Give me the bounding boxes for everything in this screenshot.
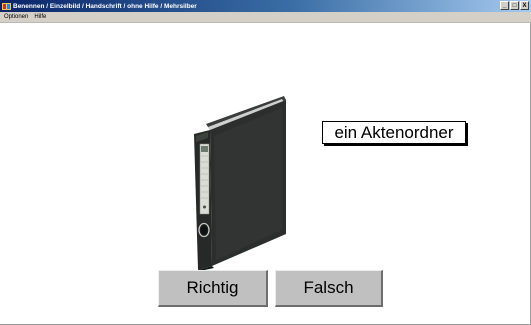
maximize-button[interactable]: □ [510,1,519,10]
app-icon [2,2,11,10]
binder-illustration [194,96,286,271]
word-label: ein Aktenordner [322,121,466,144]
window-title: Benennen / Einzelbild / Handschrift / oh… [13,2,197,10]
close-button[interactable]: X [520,1,529,10]
menu-bar: Optionen Hilfe [0,12,531,23]
minimize-button[interactable]: _ [500,1,509,10]
title-bar[interactable]: Benennen / Einzelbild / Handschrift / oh… [0,0,531,12]
window-controls: _ □ X [500,1,529,10]
menu-hilfe[interactable]: Hilfe [31,13,49,22]
menu-optionen[interactable]: Optionen [0,13,31,22]
app-window: Benennen / Einzelbild / Handschrift / oh… [0,0,531,325]
binder-image [194,96,286,271]
falsch-button[interactable]: Falsch [275,270,383,307]
richtig-button[interactable]: Richtig [158,270,268,307]
